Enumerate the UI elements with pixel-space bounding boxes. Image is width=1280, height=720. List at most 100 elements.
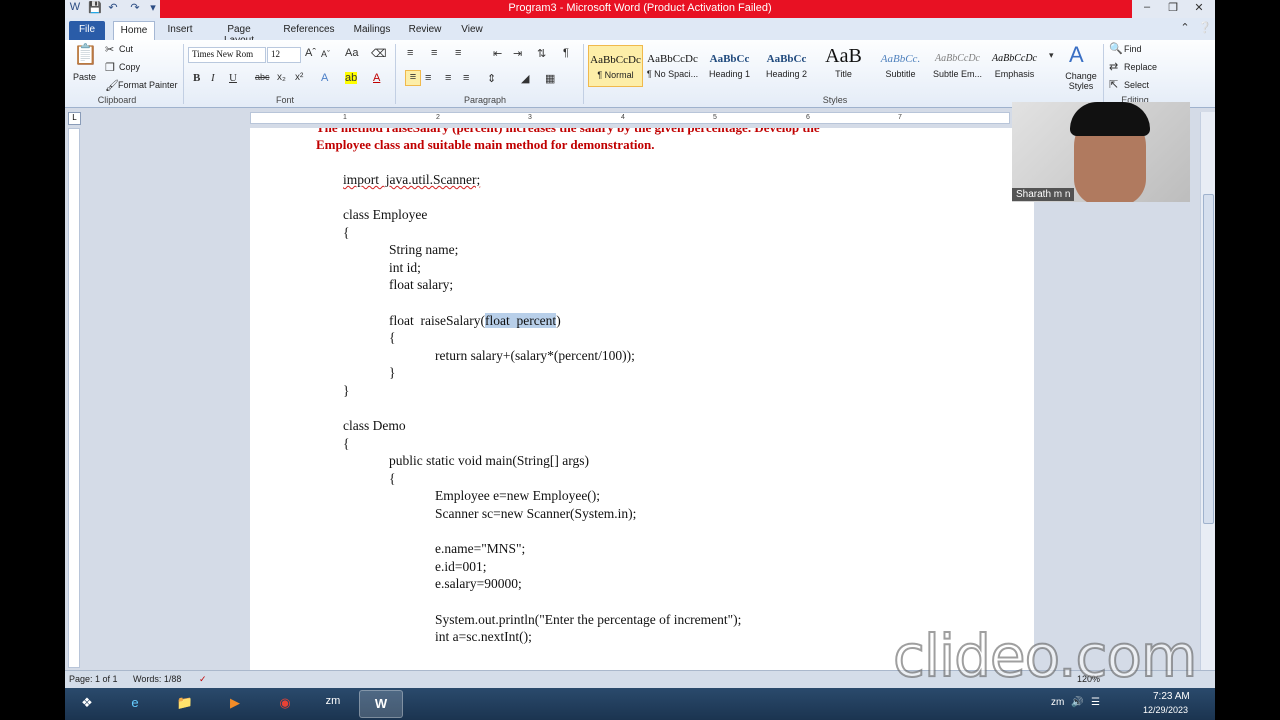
multilevel-list-icon[interactable]: ≡	[455, 47, 461, 59]
shading-icon[interactable]: ◢	[521, 72, 529, 85]
close-button[interactable]: ✕	[1189, 1, 1209, 17]
justify-icon[interactable]: ≡	[463, 72, 469, 84]
styles-scroll-icon[interactable]: ▾	[1049, 50, 1054, 61]
file-explorer-icon[interactable]: 📁	[163, 690, 207, 718]
code-line: {	[389, 330, 396, 345]
line-spacing-icon[interactable]: ⇕	[487, 72, 496, 85]
select-icon[interactable]: ⇱	[1109, 78, 1118, 91]
style-heading-2[interactable]: AaBbCc Heading 2	[759, 45, 814, 87]
change-styles-button[interactable]: Change Styles	[1063, 71, 1099, 91]
help-icon[interactable]: ❔	[1195, 21, 1215, 37]
divider	[583, 44, 584, 104]
grow-font-icon[interactable]: Aˆ	[305, 47, 316, 59]
clock-date[interactable]: 12/29/2023	[1143, 705, 1188, 715]
sort-icon[interactable]: ⇅	[537, 47, 546, 60]
code-method-signature: float raiseSalary(	[389, 313, 485, 328]
ribbon-minimize-icon[interactable]: ⌃	[1175, 21, 1195, 37]
chrome-icon[interactable]: ◉	[263, 690, 307, 718]
style-normal[interactable]: AaBbCcDc ¶ Normal	[588, 45, 643, 87]
select-button[interactable]: Select	[1124, 80, 1149, 90]
tab-home[interactable]: Home	[113, 21, 155, 40]
style-title[interactable]: AaB Title	[816, 45, 871, 87]
borders-icon[interactable]: ▦	[545, 72, 555, 85]
word-count[interactable]: Words: 1/88	[133, 674, 181, 684]
tab-view[interactable]: View	[457, 21, 487, 40]
selected-text[interactable]: float percent	[484, 313, 557, 328]
code-line: import java.util.Scanner;	[343, 172, 481, 187]
align-right-icon[interactable]: ≡	[445, 72, 451, 84]
document-page[interactable]: The method raiseSalary (percent) increas…	[250, 128, 1034, 670]
clear-formatting-icon[interactable]: ⌫	[371, 47, 387, 60]
internet-explorer-icon[interactable]: e	[113, 690, 157, 718]
copy-button[interactable]: Copy	[119, 62, 140, 72]
code-line: class Demo	[343, 418, 406, 433]
start-button[interactable]: ❖	[65, 690, 109, 718]
tab-insert[interactable]: Insert	[163, 21, 197, 40]
tab-file[interactable]: File	[69, 21, 105, 40]
replace-icon[interactable]: ⇄	[1109, 60, 1118, 73]
tab-page-layout[interactable]: Page Layout	[211, 21, 267, 46]
word-taskbar-icon[interactable]: W	[359, 690, 403, 718]
network-icon[interactable]: ☰	[1091, 697, 1100, 708]
scrollbar-thumb[interactable]	[1203, 194, 1214, 524]
zoom-app-icon[interactable]: zm	[311, 690, 355, 718]
cut-button[interactable]: Cut	[119, 44, 133, 54]
decrease-indent-icon[interactable]: ⇤	[493, 47, 502, 60]
proofing-icon[interactable]: ✓	[199, 674, 207, 685]
shrink-font-icon[interactable]: Aˇ	[321, 49, 330, 59]
ruler-tab-selector[interactable]: L	[68, 112, 81, 125]
italic-icon[interactable]: I	[211, 72, 215, 84]
zoom-tray-icon[interactable]: zm	[1051, 697, 1064, 708]
font-name-select[interactable]: Times New Rom	[188, 47, 266, 63]
align-left-icon[interactable]: ≡	[405, 70, 421, 86]
style-heading-1[interactable]: AaBbCc Heading 1	[702, 45, 757, 87]
media-player-icon[interactable]: ▶	[213, 690, 257, 718]
style-no-spacing[interactable]: AaBbCcDc ¶ No Spaci...	[645, 45, 700, 87]
increase-indent-icon[interactable]: ⇥	[513, 47, 522, 60]
restore-button[interactable]: ❐	[1163, 1, 1183, 17]
underline-icon[interactable]: U	[229, 72, 237, 84]
horizontal-ruler[interactable]: 12 34 56 7	[250, 112, 1010, 124]
subscript-icon[interactable]: x₂	[277, 72, 286, 83]
code-line: e.id=001;	[435, 559, 487, 574]
find-icon[interactable]: 🔍	[1109, 42, 1123, 55]
find-button[interactable]: Find	[1124, 44, 1142, 54]
style-emphasis[interactable]: AaBbCcDc Emphasis	[987, 45, 1042, 87]
align-center-icon[interactable]: ≡	[425, 72, 431, 84]
strikethrough-icon[interactable]: abc	[255, 72, 270, 82]
font-color-icon[interactable]: A	[373, 72, 380, 84]
tab-references[interactable]: References	[281, 21, 337, 40]
bullets-icon[interactable]: ≡	[407, 47, 413, 59]
minimize-button[interactable]: –	[1137, 1, 1157, 17]
vertical-ruler[interactable]	[68, 128, 80, 668]
bold-icon[interactable]: B	[193, 72, 200, 84]
vertical-scrollbar[interactable]	[1200, 112, 1215, 670]
paste-button[interactable]: Paste	[73, 72, 96, 82]
font-size-select[interactable]: 12	[267, 47, 301, 63]
text-effects-icon[interactable]: A	[321, 72, 328, 84]
paste-icon[interactable]: 📋	[73, 42, 98, 68]
show-marks-icon[interactable]: ¶	[563, 47, 569, 59]
format-painter-icon[interactable]: 🖌	[105, 79, 119, 92]
change-styles-icon[interactable]: A	[1069, 42, 1084, 68]
numbering-icon[interactable]: ≡	[431, 47, 437, 59]
tab-mailings[interactable]: Mailings	[351, 21, 393, 40]
superscript-icon[interactable]: x²	[295, 72, 303, 83]
cut-icon[interactable]: ✂	[105, 43, 114, 56]
code-line: class Employee	[343, 207, 428, 222]
change-case-icon[interactable]: Aa	[345, 47, 358, 59]
clock-time[interactable]: 7:23 AM	[1153, 691, 1190, 702]
presenter-name: Sharath m n	[1012, 188, 1075, 201]
style-preview: AaBbCc	[709, 53, 750, 65]
highlight-icon[interactable]: ab	[345, 72, 358, 84]
volume-icon[interactable]: 🔊	[1071, 697, 1083, 708]
page-count[interactable]: Page: 1 of 1	[69, 674, 118, 684]
code-line: int a=sc.nextInt();	[435, 629, 532, 644]
copy-icon[interactable]: ❐	[105, 61, 115, 74]
style-subtitle[interactable]: AaBbCc. Subtitle	[873, 45, 928, 87]
tab-review[interactable]: Review	[407, 21, 443, 40]
code-line: }	[343, 383, 350, 398]
format-painter-button[interactable]: Format Painter	[118, 80, 178, 90]
replace-button[interactable]: Replace	[1124, 62, 1157, 72]
style-subtle-emphasis[interactable]: AaBbCcDc Subtle Em...	[930, 45, 985, 87]
